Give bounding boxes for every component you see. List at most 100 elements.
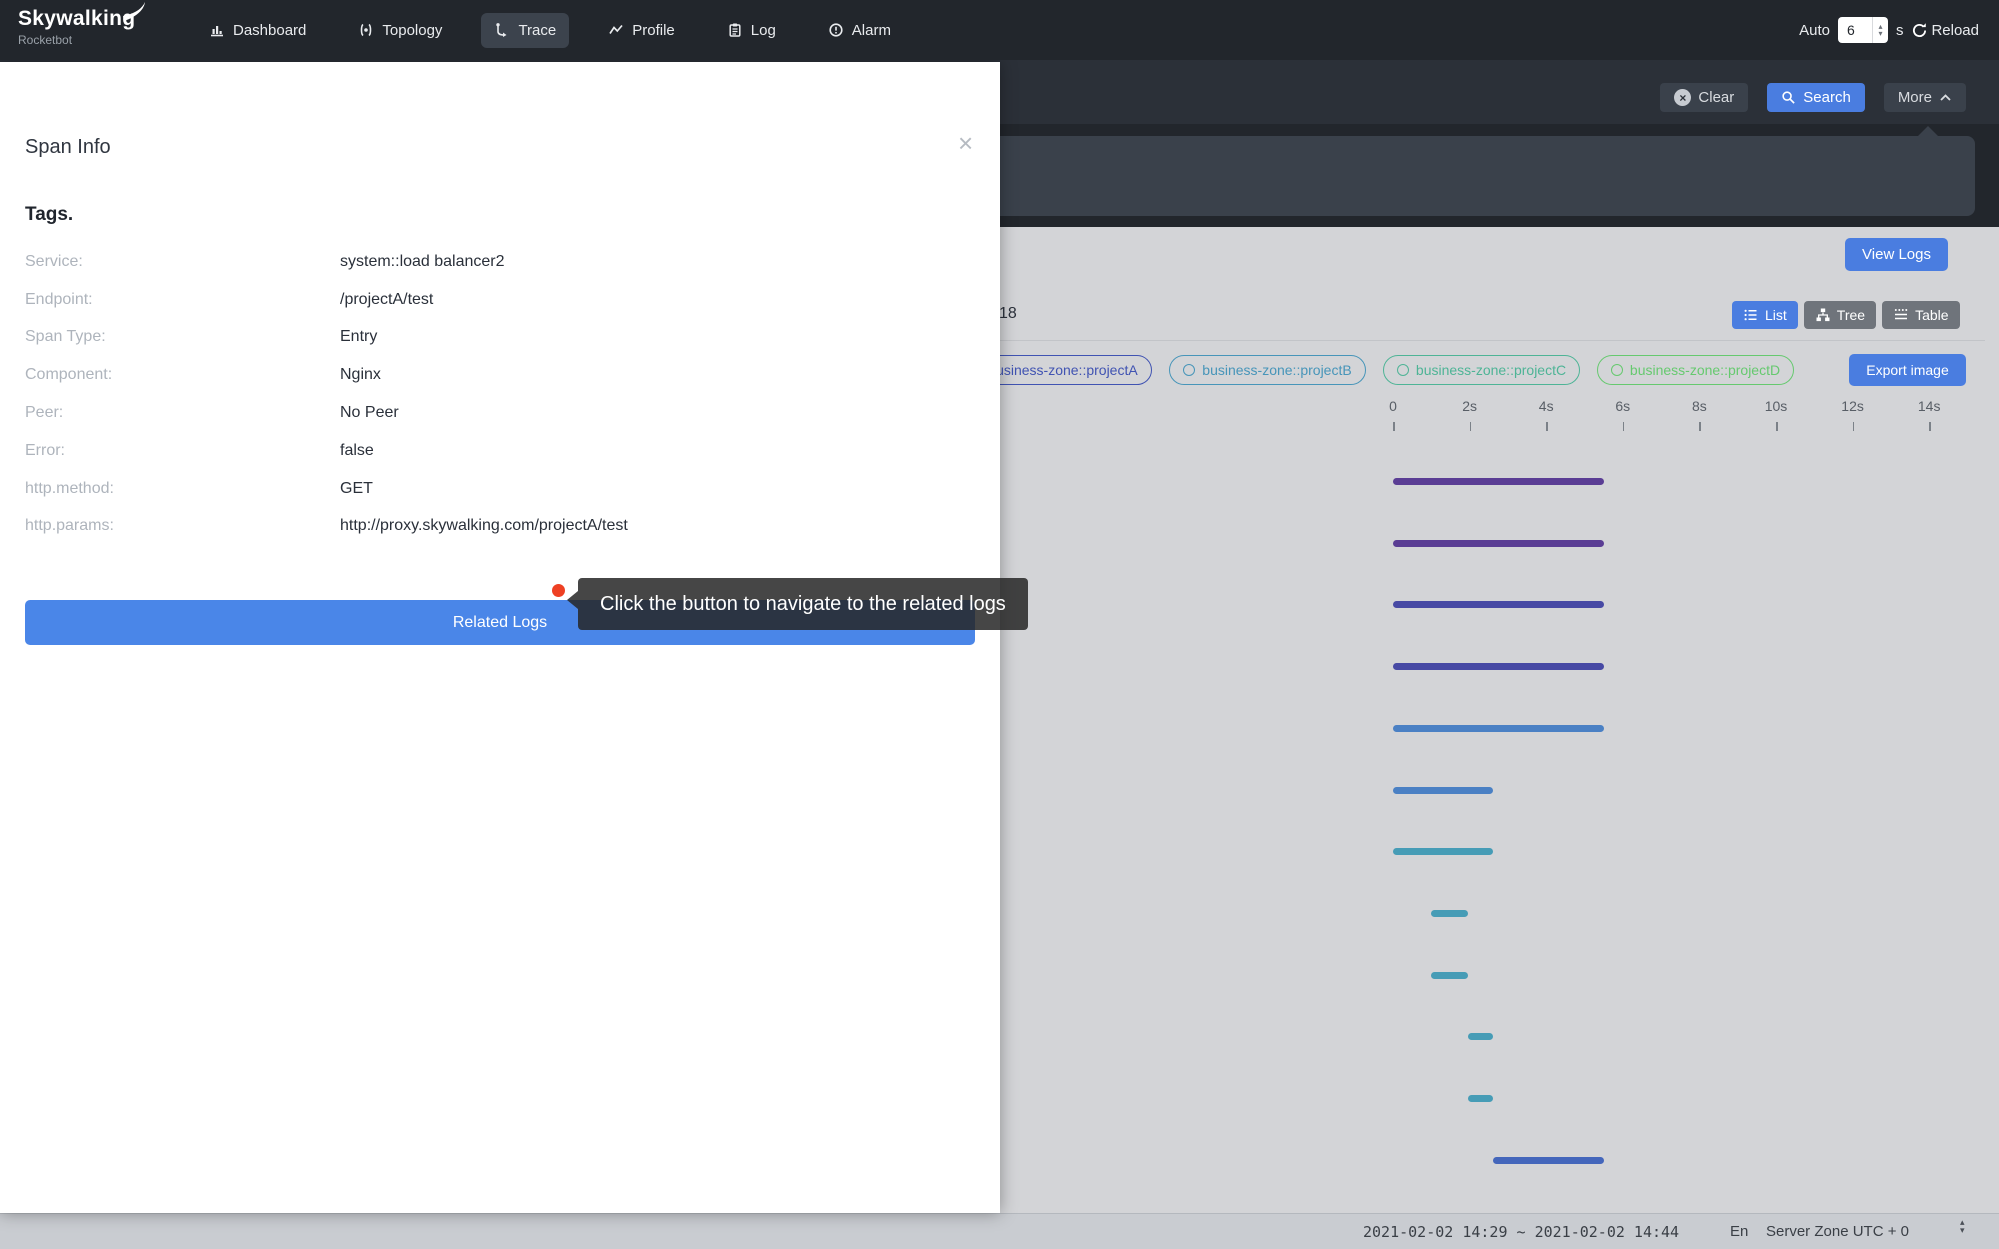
nav-item-log[interactable]: Log xyxy=(714,13,789,48)
main-menu: Dashboard Topology Trace Profile Log Alarm xyxy=(196,0,904,60)
view-mode-label: Table xyxy=(1915,307,1948,323)
auto-interval-value: 6 xyxy=(1838,22,1872,38)
span-info-panel: Span Info × Tags. Service:system::load b… xyxy=(0,62,1000,1213)
tag-value: Entry xyxy=(340,328,377,346)
service-circle-icon xyxy=(1183,364,1195,376)
trace-span-bar[interactable] xyxy=(1393,787,1493,794)
export-image-button[interactable]: Export image xyxy=(1849,354,1966,386)
tag-value: Nginx xyxy=(340,366,381,384)
dashboard-icon xyxy=(209,22,225,38)
nav-item-trace[interactable]: Trace xyxy=(481,13,569,48)
brand-logo: Skywalking Rocketbot xyxy=(18,7,135,47)
auto-label: Auto xyxy=(1799,22,1830,39)
tag-value: system::load balancer2 xyxy=(340,253,505,271)
tag-field-row: Service:system::load balancer2 xyxy=(25,243,965,281)
tags-heading: Tags. xyxy=(25,204,73,226)
table-icon xyxy=(1893,307,1909,323)
view-mode-table-button[interactable]: Table xyxy=(1882,301,1959,329)
trace-span-bar[interactable] xyxy=(1393,601,1604,608)
seconds-label: s xyxy=(1896,22,1904,39)
trace-span-bar[interactable] xyxy=(1393,663,1604,670)
service-badge-label: business-zone::projectD xyxy=(1630,362,1780,378)
trace-span-bar[interactable] xyxy=(1393,478,1604,485)
axis-tick-label: 12s xyxy=(1841,398,1864,414)
top-nav: Skywalking Rocketbot Dashboard Topology Tr… xyxy=(0,0,1999,60)
nav-item-profile[interactable]: Profile xyxy=(595,13,688,48)
trace-span-bar[interactable] xyxy=(1493,1157,1604,1164)
trace-span-bar[interactable] xyxy=(1468,1095,1493,1102)
service-badge-3[interactable]: business-zone::projectC xyxy=(1383,355,1580,385)
tag-value: /projectA/test xyxy=(340,291,433,309)
trace-span-bar[interactable] xyxy=(1393,540,1604,547)
brand-title: Skywalking xyxy=(18,7,135,30)
reload-button[interactable]: Reload xyxy=(1911,22,1979,39)
auto-reload-cluster: Auto 6 ▴▾ s Reload xyxy=(1799,0,1979,60)
log-icon xyxy=(727,22,743,38)
tag-label: Error: xyxy=(25,442,340,460)
more-dropdown-panel xyxy=(900,136,1975,216)
service-badge-label: business-zone::projectC xyxy=(1416,362,1566,378)
auto-interval-stepper[interactable]: ▴▾ xyxy=(1872,17,1888,43)
axis-tick-mark xyxy=(1853,422,1855,431)
tag-value: false xyxy=(340,442,374,460)
tag-field-row: http.params:http://proxy.skywalking.com/… xyxy=(25,508,965,546)
nav-item-topology[interactable]: Topology xyxy=(345,13,455,48)
nav-item-label: Log xyxy=(751,22,776,39)
nav-item-dashboard[interactable]: Dashboard xyxy=(196,13,319,48)
time-range-picker[interactable]: 2021-02-02 14:29 ~ 2021-02-02 14:44 xyxy=(1363,1223,1679,1241)
cursor-dot xyxy=(552,584,565,597)
more-button[interactable]: More xyxy=(1884,83,1966,112)
axis-tick-mark xyxy=(1776,422,1778,431)
tag-field-row: Endpoint:/projectA/test xyxy=(25,281,965,319)
trace-timestamp-fragment: 18 xyxy=(999,305,1017,323)
axis-tick-mark xyxy=(1699,422,1701,431)
trace-span-bar[interactable] xyxy=(1431,972,1467,979)
auto-interval-input[interactable]: 6 ▴▾ xyxy=(1838,17,1888,43)
view-mode-tree-button[interactable]: Tree xyxy=(1804,301,1876,329)
nav-item-label: Trace xyxy=(518,22,556,39)
language-selector[interactable]: En xyxy=(1730,1223,1748,1240)
trace-span-bar[interactable] xyxy=(1468,1033,1493,1040)
tag-label: Endpoint: xyxy=(25,291,340,309)
tag-field-row: Peer:No Peer xyxy=(25,394,965,432)
tree-icon xyxy=(1815,307,1831,323)
close-icon[interactable]: × xyxy=(958,130,973,156)
tag-label: Component: xyxy=(25,366,340,384)
clear-button[interactable]: × Clear xyxy=(1660,83,1748,112)
timezone-stepper[interactable]: ▴▾ xyxy=(1960,1218,1965,1234)
dropdown-notch xyxy=(1918,126,1938,136)
alarm-icon xyxy=(828,22,844,38)
tag-fields: Service:system::load balancer2Endpoint:/… xyxy=(25,243,965,545)
divider xyxy=(1000,340,1985,341)
brand-swoosh-icon xyxy=(122,1,148,23)
service-badge-4[interactable]: business-zone::projectD xyxy=(1597,355,1794,385)
view-mode-list-button[interactable]: List xyxy=(1732,301,1798,329)
view-logs-button[interactable]: View Logs xyxy=(1845,238,1948,271)
axis-tick-mark xyxy=(1623,422,1625,431)
axis-tick-mark xyxy=(1929,422,1931,431)
tag-field-row: Component:Nginx xyxy=(25,356,965,394)
search-button[interactable]: Search xyxy=(1767,83,1865,112)
trace-span-bar[interactable] xyxy=(1393,848,1493,855)
axis-tick-mark xyxy=(1393,422,1395,431)
service-circle-icon xyxy=(1397,364,1409,376)
tag-label: Service: xyxy=(25,253,340,271)
trace-span-bar[interactable] xyxy=(1393,725,1604,732)
axis-tick-label: 0 xyxy=(1389,398,1397,414)
service-badge-2[interactable]: business-zone::projectB xyxy=(1169,355,1366,385)
tag-value: GET xyxy=(340,480,373,498)
nav-item-alarm[interactable]: Alarm xyxy=(815,13,904,48)
profile-icon xyxy=(608,22,624,38)
skywalking-trace-page: Skywalking Rocketbot Dashboard Topology Tr… xyxy=(0,0,1999,1249)
timezone-label: Server Zone UTC + 0 xyxy=(1766,1223,1909,1240)
reload-label: Reload xyxy=(1931,22,1979,39)
axis-tick-mark xyxy=(1470,422,1472,431)
axis-tick-label: 6s xyxy=(1615,398,1630,414)
clear-circle-x-icon: × xyxy=(1674,89,1691,106)
trace-span-bar[interactable] xyxy=(1431,910,1467,917)
chevron-up-icon xyxy=(1939,93,1952,102)
axis-tick-label: 14s xyxy=(1918,398,1941,414)
tag-label: http.method: xyxy=(25,480,340,498)
axis-tick-label: 10s xyxy=(1765,398,1788,414)
brand-subtitle: Rocketbot xyxy=(18,33,135,47)
